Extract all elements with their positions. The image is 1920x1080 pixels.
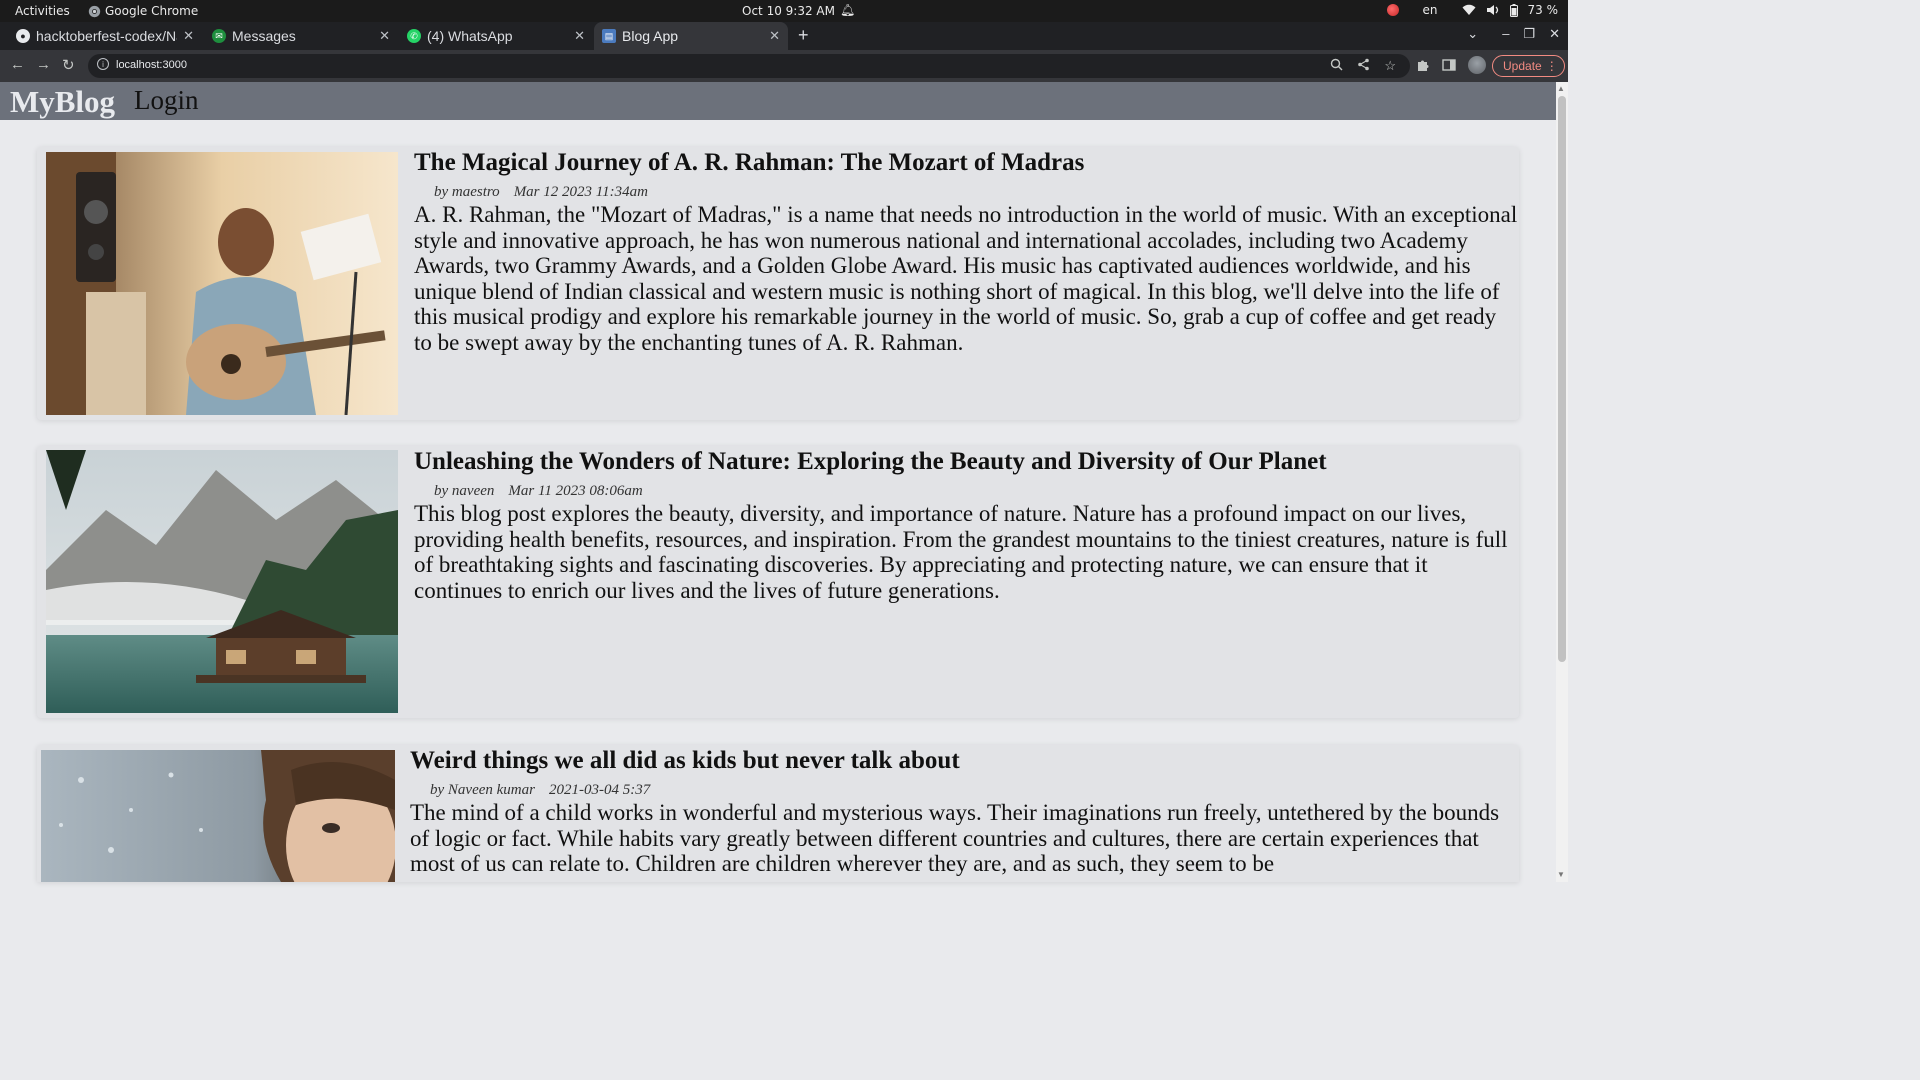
close-icon[interactable]: ✕ (769, 28, 780, 44)
reload-icon[interactable]: ↻ (62, 56, 75, 74)
battery-percent: 73 % (1527, 3, 1559, 17)
child-at-rainy-window-photo (41, 750, 395, 882)
forward-arrow-icon[interactable]: → (36, 56, 51, 73)
blog-post-card[interactable]: The Magical Journey of A. R. Rahman: The… (37, 147, 1519, 420)
post-excerpt: A. R. Rahman, the "Mozart of Madras," is… (414, 202, 1518, 355)
language-indicator[interactable]: en (1423, 3, 1438, 17)
post-meta: by naveen Mar 11 2023 08:06am (434, 483, 643, 500)
blog-icon: ▤ (602, 29, 616, 43)
update-button[interactable]: Update ⋮ (1492, 55, 1565, 77)
extensions-puzzle-icon[interactable] (1416, 58, 1430, 72)
whatsapp-icon: ✆ (407, 29, 421, 43)
site-info-icon[interactable]: i (97, 58, 109, 70)
post-title[interactable]: The Magical Journey of A. R. Rahman: The… (414, 149, 1084, 177)
blog-post-card[interactable]: Unleashing the Wonders of Nature: Explor… (37, 446, 1519, 718)
post-date: Mar 11 2023 08:06am (508, 483, 643, 499)
tab-hacktoberfest[interactable]: ● hacktoberfest-codex/Na ✕ (8, 22, 202, 50)
close-icon[interactable]: ✕ (574, 28, 585, 44)
wifi-icon (1462, 4, 1475, 15)
post-title[interactable]: Weird things we all did as kids but neve… (410, 747, 960, 775)
back-arrow-icon[interactable]: ← (10, 56, 25, 73)
tab-label: hacktoberfest-codex/Na (36, 28, 178, 44)
scrollbar-thumb[interactable] (1558, 96, 1566, 662)
mountain-lake-cabin-photo (46, 450, 398, 713)
notification-bell-icon: 🔔︎ (840, 3, 856, 17)
tab-label: Messages (232, 28, 296, 44)
bookmark-star-icon[interactable]: ☆ (1384, 58, 1396, 74)
tab-strip: ● hacktoberfest-codex/Na ✕ ✉ Messages ✕ … (0, 22, 1568, 50)
app-menu[interactable]: Google Chrome (88, 4, 198, 18)
post-image[interactable] (46, 152, 398, 415)
update-label: Update (1503, 59, 1542, 73)
tab-blog-app[interactable]: ▤ Blog App ✕ (594, 22, 788, 50)
scroll-up-arrow-icon[interactable]: ▲ (1557, 84, 1565, 93)
url-text[interactable]: localhost:3000 (116, 59, 187, 71)
window-controls: ⌄ – ❐ ✕ (1467, 26, 1560, 42)
app-navbar: MyBlog Login (0, 82, 1556, 120)
post-author: by Naveen kumar (430, 782, 535, 798)
system-top-bar: Activities Google Chrome Oct 10 9:32 AM … (0, 0, 1568, 22)
restore-icon[interactable]: ❐ (1523, 26, 1535, 42)
new-tab-plus-icon[interactable]: + (798, 25, 809, 46)
post-meta: by Naveen kumar 2021-03-04 5:37 (430, 782, 650, 799)
musician-with-guitar-photo (46, 152, 398, 415)
post-meta: by maestro Mar 12 2023 11:34am (434, 184, 648, 201)
login-link[interactable]: Login (134, 85, 199, 116)
post-date: 2021-03-04 5:37 (548, 782, 651, 798)
menu-kebab-icon[interactable]: ⋮ (1546, 56, 1558, 76)
brand-logo[interactable]: MyBlog (10, 84, 115, 120)
system-tray[interactable]: en 73 % (1386, 3, 1559, 17)
post-title[interactable]: Unleashing the Wonders of Nature: Explor… (414, 448, 1327, 476)
post-author: by naveen (434, 483, 495, 499)
battery-icon (1509, 3, 1518, 17)
zoom-magnifier-icon[interactable] (1330, 58, 1343, 71)
browser-toolbar: ← → ↻ i localhost:3000 ☆ Update ⋮ (0, 50, 1568, 82)
messages-icon: ✉ (212, 29, 226, 43)
close-icon[interactable]: ✕ (379, 28, 390, 44)
tab-label: (4) WhatsApp (427, 28, 513, 44)
app-name: Google Chrome (105, 4, 199, 18)
recording-indicator-icon (1386, 4, 1399, 16)
minimize-icon[interactable]: – (1502, 26, 1509, 42)
omnibox-actions: ☆ (1330, 58, 1396, 74)
toolbar-right (1416, 56, 1486, 74)
post-image[interactable] (46, 450, 398, 713)
profile-avatar[interactable] (1468, 56, 1486, 74)
post-date: Mar 12 2023 11:34am (513, 184, 648, 200)
tab-messages[interactable]: ✉ Messages ✕ (204, 22, 398, 50)
blog-post-card[interactable]: Weird things we all did as kids but neve… (37, 745, 1519, 882)
address-bar[interactable]: i localhost:3000 ☆ (88, 54, 1410, 78)
post-author: by maestro (434, 184, 500, 200)
tab-label: Blog App (622, 28, 679, 44)
volume-icon (1486, 5, 1498, 15)
post-image[interactable] (41, 750, 395, 882)
scroll-down-arrow-icon[interactable]: ▼ (1557, 870, 1565, 879)
clock[interactable]: Oct 10 9:32 AM (742, 4, 835, 18)
post-excerpt: This blog post explores the beauty, dive… (414, 501, 1508, 603)
share-icon[interactable] (1357, 58, 1370, 71)
tab-search-chevron-icon[interactable]: ⌄ (1467, 26, 1478, 42)
post-excerpt: The mind of a child works in wonderful a… (410, 800, 1500, 877)
close-icon[interactable]: ✕ (183, 28, 194, 44)
activities-button[interactable]: Activities (15, 4, 70, 18)
side-panel-icon[interactable] (1442, 58, 1456, 72)
github-icon: ● (16, 29, 30, 43)
tab-whatsapp[interactable]: ✆ (4) WhatsApp ✕ (399, 22, 593, 50)
close-window-icon[interactable]: ✕ (1549, 26, 1560, 42)
chrome-icon (88, 5, 101, 17)
